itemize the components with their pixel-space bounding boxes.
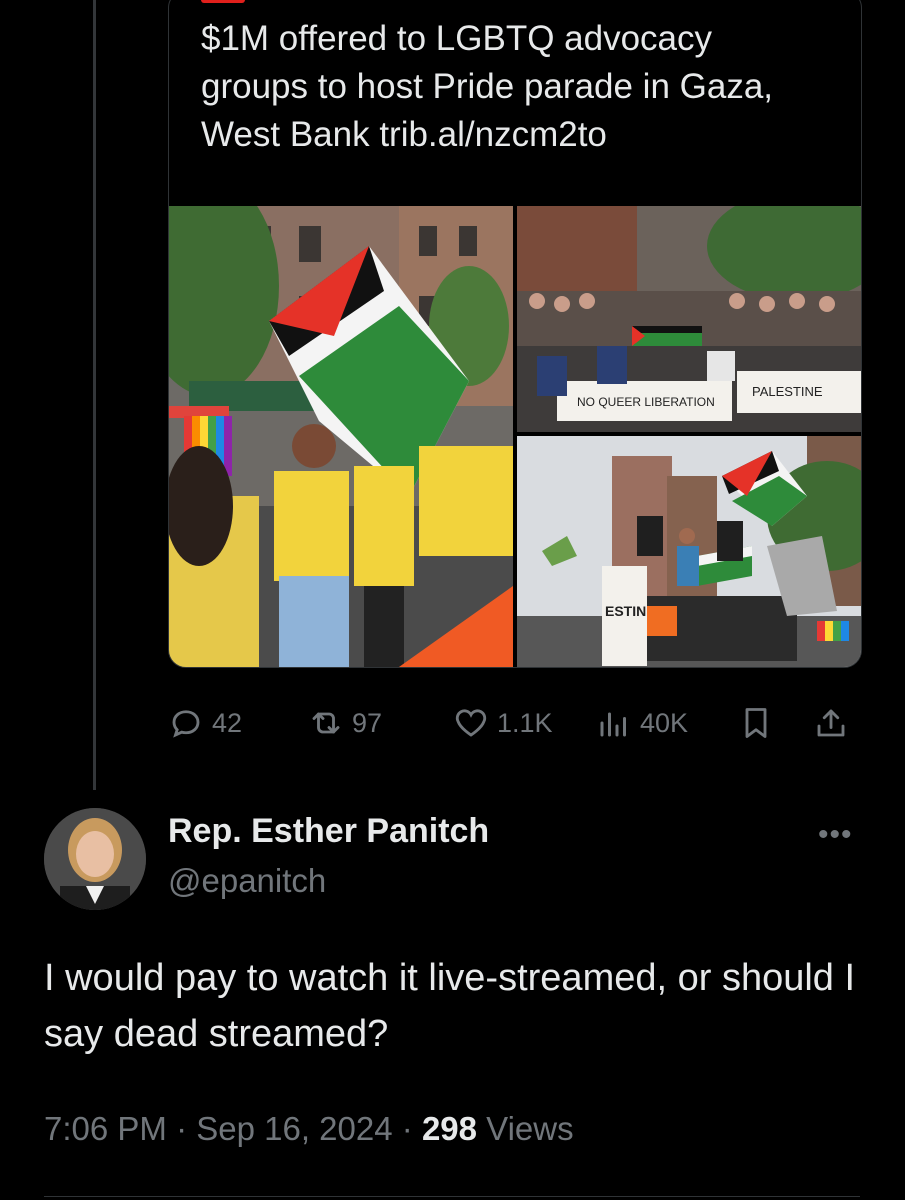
thread-connector-line bbox=[93, 0, 96, 790]
media-grid: NO QUEER LIBERATION PALESTINE ESTINE bbox=[169, 206, 861, 667]
repost-icon bbox=[312, 712, 340, 734]
views-count: 40K bbox=[640, 707, 689, 738]
post-actions-bar: 42 97 1.1K 40K bbox=[168, 700, 858, 746]
like-count: 1.1K bbox=[497, 707, 553, 738]
post-date[interactable]: Sep 16, 2024 bbox=[196, 1110, 392, 1147]
svg-text:NO QUEER LIBERATION: NO QUEER LIBERATION bbox=[577, 395, 715, 409]
bookmark-button[interactable] bbox=[738, 700, 774, 746]
post-views-count: 298 bbox=[421, 1110, 477, 1147]
reply-count: 42 bbox=[212, 707, 243, 738]
separator-dot: · bbox=[176, 1110, 197, 1147]
separator-dot: · bbox=[401, 1110, 422, 1147]
bookmark-icon bbox=[745, 708, 767, 738]
quoted-post-card[interactable]: $1M offered to LGBTQ advocacy groups to … bbox=[168, 0, 862, 668]
photo-float-flags[interactable]: ESTINE bbox=[517, 436, 861, 667]
repost-button[interactable]: 97 bbox=[308, 700, 382, 746]
svg-text:PALESTINE: PALESTINE bbox=[752, 384, 823, 399]
share-icon bbox=[817, 709, 845, 737]
views-button[interactable]: 40K bbox=[596, 700, 688, 746]
avatar[interactable] bbox=[44, 808, 146, 910]
reply-icon bbox=[172, 710, 200, 738]
source-badge bbox=[201, 0, 245, 3]
like-button[interactable]: 1.1K bbox=[453, 700, 553, 746]
photo-sit-in[interactable]: NO QUEER LIBERATION PALESTINE bbox=[517, 206, 861, 432]
post-time[interactable]: 7:06 PM bbox=[44, 1110, 167, 1147]
post-views-label: Views bbox=[486, 1110, 574, 1147]
repost-count: 97 bbox=[352, 707, 383, 738]
divider bbox=[44, 1196, 860, 1197]
quoted-post-text: $1M offered to LGBTQ advocacy groups to … bbox=[201, 19, 774, 154]
more-options-icon[interactable]: ••• bbox=[818, 818, 853, 852]
post-metadata: 7:06 PM · Sep 16, 2024 · 298 Views bbox=[44, 1110, 574, 1148]
heart-icon bbox=[455, 709, 487, 737]
author-handle[interactable]: @epanitch bbox=[168, 862, 326, 900]
reply-button[interactable]: 42 bbox=[168, 700, 242, 746]
photo-marcher-flag[interactable] bbox=[169, 206, 513, 667]
author-name[interactable]: Rep. Esther Panitch bbox=[168, 812, 489, 851]
analytics-icon bbox=[600, 712, 626, 737]
post-text: I would pay to watch it live-streamed, o… bbox=[44, 957, 856, 1055]
share-button[interactable] bbox=[813, 700, 849, 746]
